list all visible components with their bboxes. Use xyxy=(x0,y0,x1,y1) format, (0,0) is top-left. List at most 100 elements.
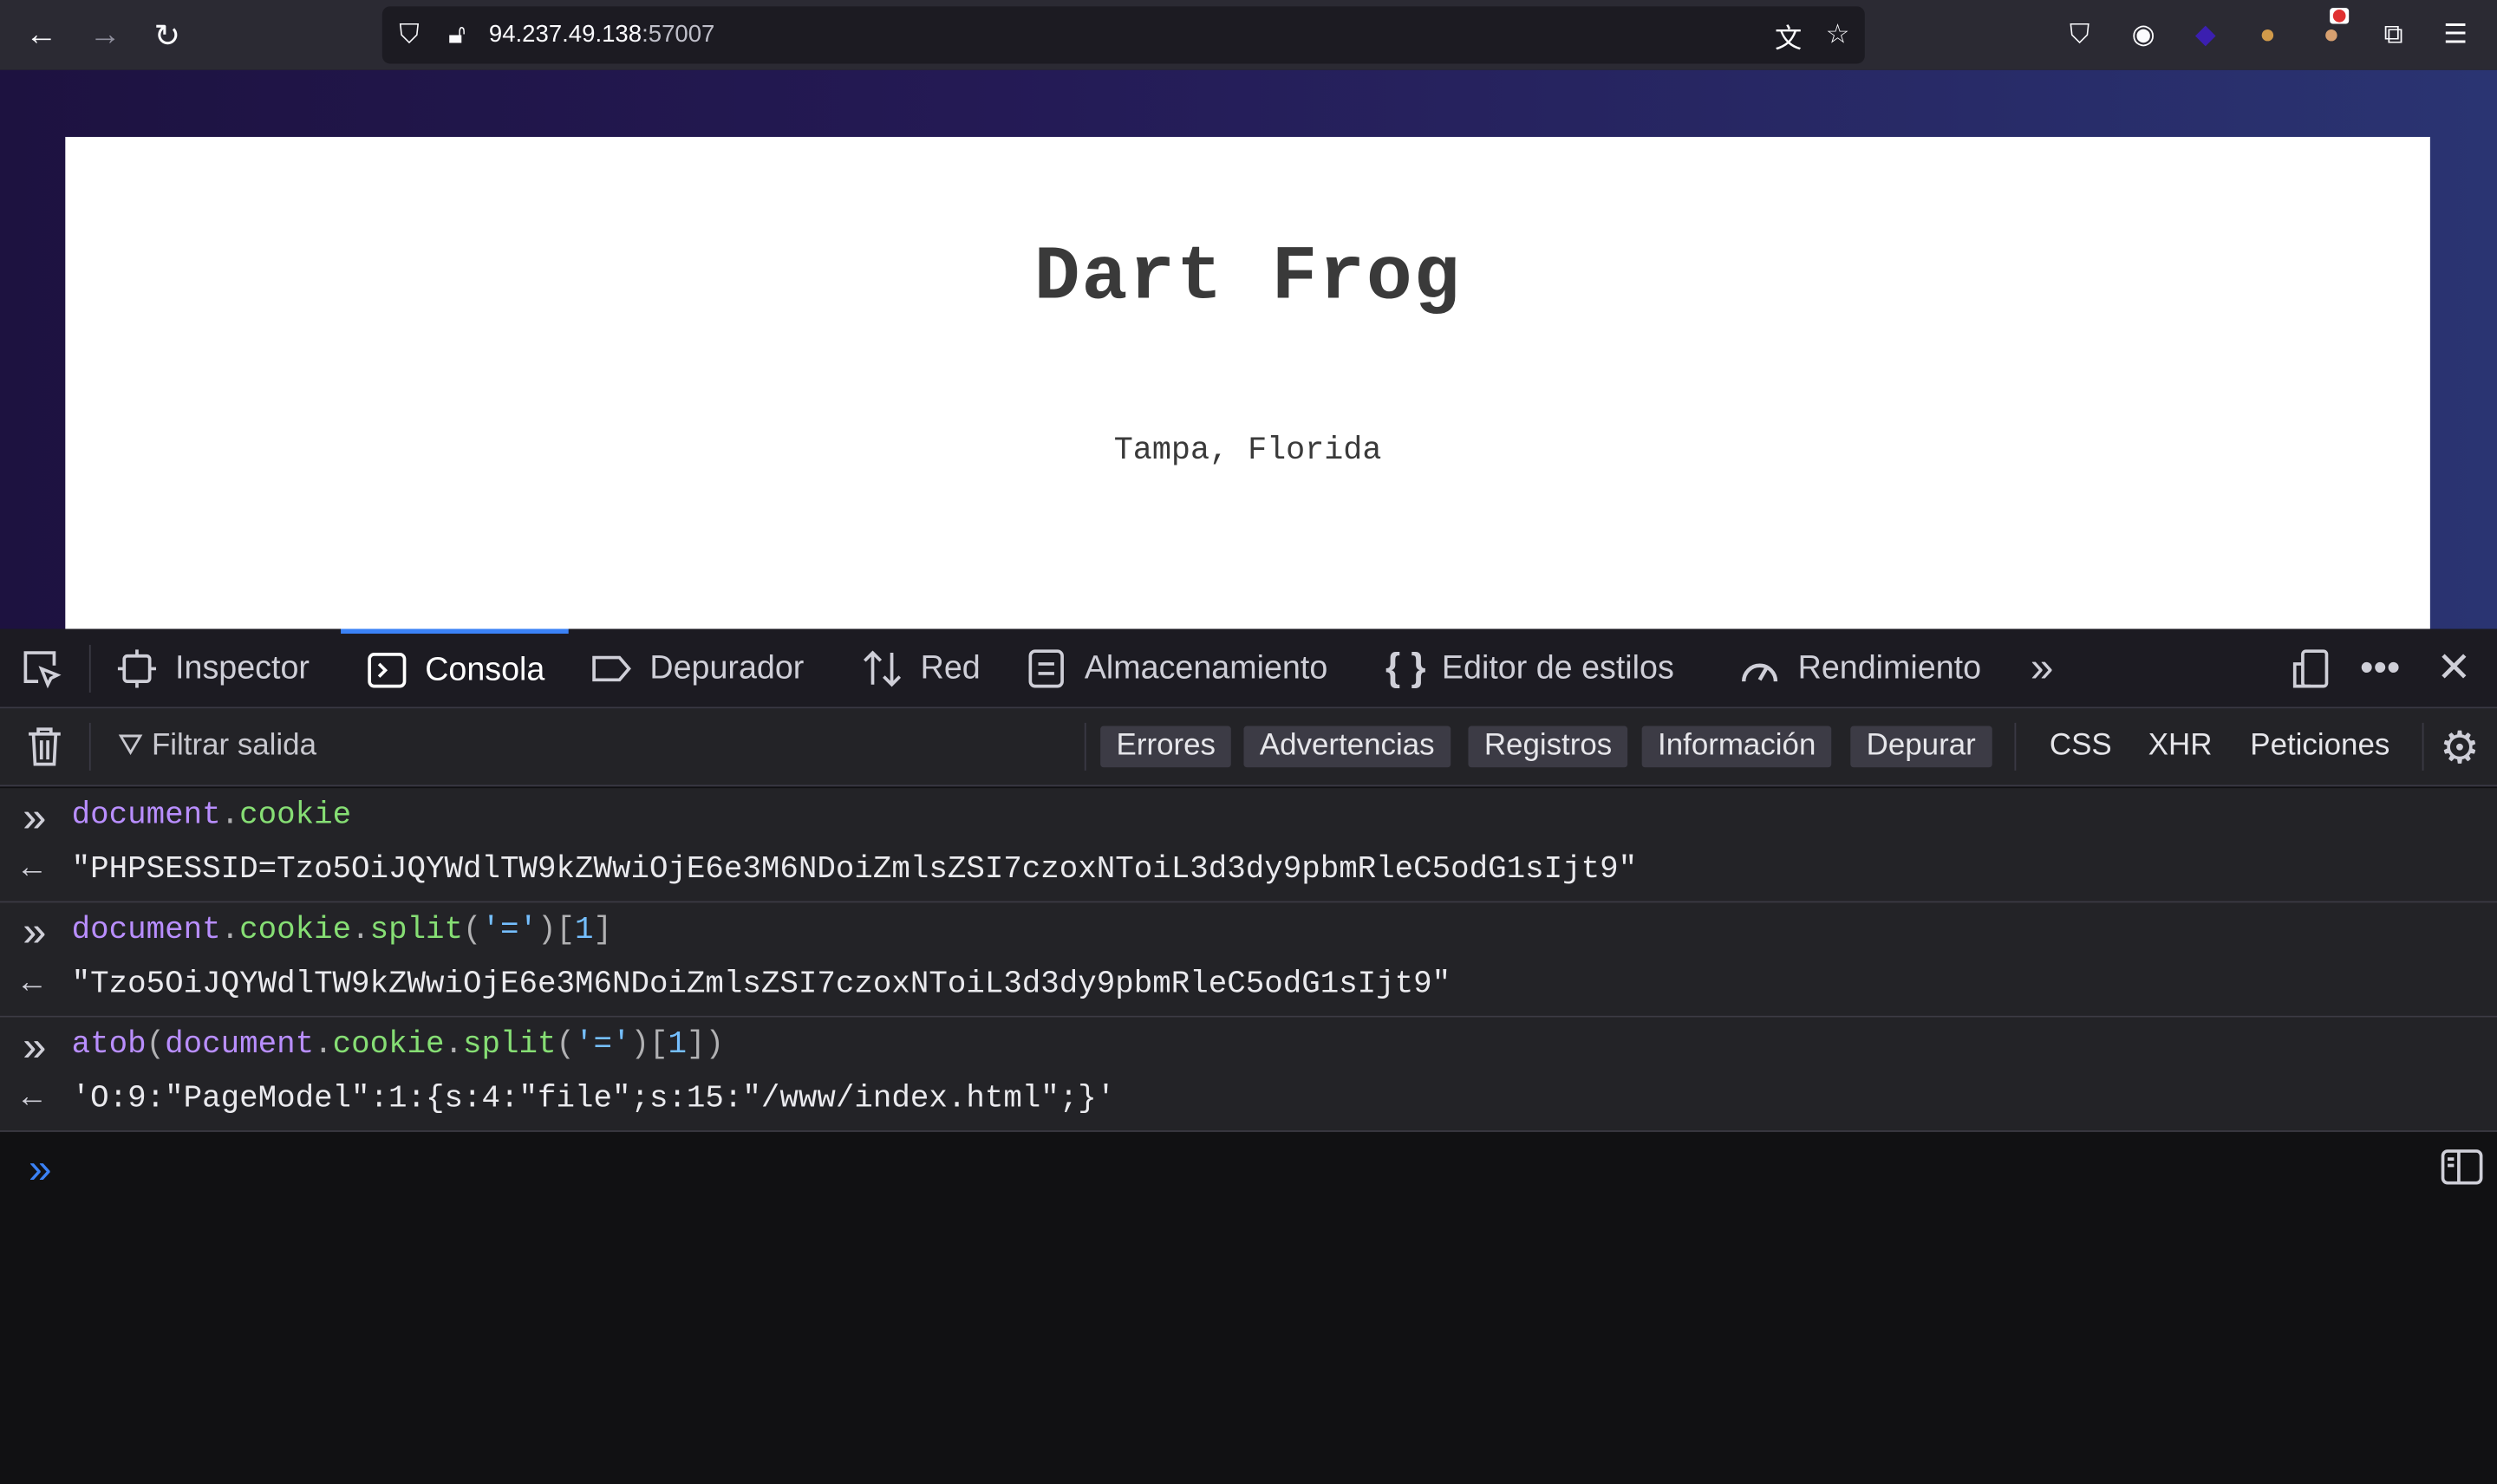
pocket-icon[interactable]: ⛉ xyxy=(2063,17,2097,52)
code-token: 1 xyxy=(668,1026,688,1063)
tab-inspector[interactable]: Inspector xyxy=(114,629,310,707)
code-token: cookie xyxy=(239,797,352,833)
tab-style-editor[interactable]: { } Editor de estilos xyxy=(1385,629,1674,707)
back-icon[interactable]: ← xyxy=(23,16,61,54)
code-token: cookie xyxy=(239,912,352,947)
layers-extension-icon[interactable]: ◆ xyxy=(2188,17,2223,52)
close-devtools-icon[interactable]: ✕ xyxy=(2436,629,2471,707)
divider xyxy=(88,722,91,771)
responsive-design-icon[interactable] xyxy=(2288,629,2332,707)
code-token: ( xyxy=(146,1026,166,1063)
translate-icon[interactable]: 文 xyxy=(1770,17,1805,54)
tab-storage[interactable]: Almacenamiento xyxy=(1024,629,1327,707)
tab-console[interactable]: Consola xyxy=(341,628,569,707)
code-token: . xyxy=(220,797,240,833)
more-tabs-icon[interactable]: » xyxy=(2031,629,2054,707)
storage-icon xyxy=(1028,648,1064,687)
output-arrow-icon: ← xyxy=(22,1081,42,1118)
lock-insecure-icon[interactable]: 🔓︎ xyxy=(440,17,474,52)
url-port: :57007 xyxy=(642,20,715,49)
console-output-line[interactable]: 'O:9:"PageModel":1:{s:4:"file";s:15:"/ww… xyxy=(72,1081,1116,1116)
tab-debugger[interactable]: Depurador xyxy=(590,629,805,707)
divider xyxy=(2014,722,2017,771)
filter-placeholder: Filtrar salida xyxy=(151,729,317,763)
trash-icon[interactable] xyxy=(25,725,63,778)
page-card: Dart Frog Tampa, Florida xyxy=(65,136,2430,629)
code-token: ) xyxy=(538,912,557,947)
input-prompt-icon: » xyxy=(22,1025,48,1073)
reload-icon[interactable]: ↻ xyxy=(148,16,186,54)
divider xyxy=(88,644,91,693)
console-output-line[interactable]: "Tzo5OiJQYWdlTW9kZWwiOjE6e3M6NDoiZmlsZSI… xyxy=(72,967,1451,1001)
tab-label: Almacenamiento xyxy=(1084,648,1328,686)
filter-icon: ⛛ xyxy=(117,729,152,763)
tab-label: Consola xyxy=(425,651,545,688)
filter-input[interactable]: ⛛ Filtrar salida xyxy=(118,729,316,764)
code-token: . xyxy=(314,1026,333,1063)
console-input-line[interactable]: document.cookie.split('=')[1] xyxy=(72,912,612,947)
filter-xhr[interactable]: XHR xyxy=(2148,729,2213,764)
element-picker-icon[interactable] xyxy=(19,629,63,707)
url-text[interactable]: 94.237.49.138:57007 xyxy=(489,21,715,48)
code-token: '=' xyxy=(575,1026,631,1063)
cookie-extension-icon[interactable]: ● xyxy=(2250,17,2285,52)
console-entry: » document.cookie.split('=')[1] ← "Tzo5OiJQ… xyxy=(0,902,2497,1018)
code-token: ] xyxy=(687,1026,706,1063)
page-viewport: Dart Frog Tampa, Florida xyxy=(0,69,2497,629)
console-input-line[interactable]: atob(document.cookie.split('=')[1]) xyxy=(72,1027,724,1062)
filter-css[interactable]: CSS xyxy=(2050,729,2112,764)
divider xyxy=(1084,722,1086,771)
gear-icon[interactable]: ⚙ xyxy=(2440,721,2480,774)
code-token: atob xyxy=(71,1026,147,1063)
input-prompt-icon: » xyxy=(22,796,48,844)
code-token: [ xyxy=(649,1026,668,1063)
code-token: '=' xyxy=(481,912,538,947)
network-icon xyxy=(864,649,902,687)
more-options-icon[interactable]: ••• xyxy=(2360,629,2400,707)
style-editor-icon: { } xyxy=(1385,645,1426,689)
tab-label: Red xyxy=(920,648,981,686)
browser-toolbar: ← → ↻ ⛉ 🔓︎ 94.237.49.138:57007 文 ☆ ⛉ ◉ ◆… xyxy=(0,0,2497,70)
performance-icon xyxy=(1742,662,1778,681)
filter-logs[interactable]: Registros xyxy=(1468,726,1628,768)
forward-icon[interactable]: → xyxy=(86,16,124,54)
menu-icon[interactable]: ☰ xyxy=(2438,17,2473,52)
code-token: 1 xyxy=(575,912,594,947)
code-token: ) xyxy=(630,1026,650,1063)
url-host: 94.237.49.138 xyxy=(488,20,642,49)
tab-label: Depurador xyxy=(649,648,805,686)
console-entry: » atob(document.cookie.split('=')[1]) ← 'O:… xyxy=(0,1017,2497,1132)
filter-errors[interactable]: Errores xyxy=(1100,726,1232,768)
code-token: split xyxy=(463,1026,557,1063)
filter-warnings[interactable]: Advertencias xyxy=(1243,726,1451,768)
star-icon[interactable]: ☆ xyxy=(1820,17,1855,52)
console-entry: » document.cookie ← "PHPSESSID=Tzo5OiJQYWdl… xyxy=(0,788,2497,903)
shield-icon[interactable]: ⛉ xyxy=(392,17,427,52)
code-token: cookie xyxy=(332,1026,445,1063)
page-subtitle: Tampa, Florida xyxy=(1113,433,1382,470)
filter-requests[interactable]: Peticiones xyxy=(2250,729,2389,764)
console-filter-bar: ⛛ Filtrar salida Errores Advertencias Re… xyxy=(0,708,2497,787)
url-bar[interactable]: ⛉ 🔓︎ 94.237.49.138:57007 文 ☆ xyxy=(381,6,1865,64)
console-input-line[interactable]: document.cookie xyxy=(72,797,351,832)
account-icon[interactable]: ◉ xyxy=(2126,17,2161,52)
code-token: . xyxy=(351,912,370,947)
code-token: . xyxy=(444,1026,464,1063)
code-token: ( xyxy=(463,912,482,947)
divider xyxy=(2422,722,2424,771)
filter-debug[interactable]: Depurar xyxy=(1850,726,1992,768)
tab-network[interactable]: Red xyxy=(860,629,981,707)
code-token: ] xyxy=(593,912,613,947)
code-token: split xyxy=(369,912,464,947)
foxy-extension-icon[interactable]: ● xyxy=(2314,8,2350,52)
filter-info[interactable]: Información xyxy=(1641,726,1832,768)
extensions-icon[interactable]: ⧉ xyxy=(2376,17,2410,52)
code-token: ) xyxy=(705,1026,724,1063)
output-arrow-icon: ← xyxy=(22,966,42,1004)
code-token: document xyxy=(165,1026,315,1063)
prompt-icon: » xyxy=(29,1144,52,1193)
console-input[interactable]: » xyxy=(0,1131,2497,1484)
editor-mode-icon[interactable] xyxy=(2440,1148,2484,1194)
tab-performance[interactable]: Rendimiento xyxy=(1737,629,1981,707)
console-output-line[interactable]: "PHPSESSID=Tzo5OiJQYWdlTW9kZWwiOjE6e3M6N… xyxy=(72,852,1637,887)
